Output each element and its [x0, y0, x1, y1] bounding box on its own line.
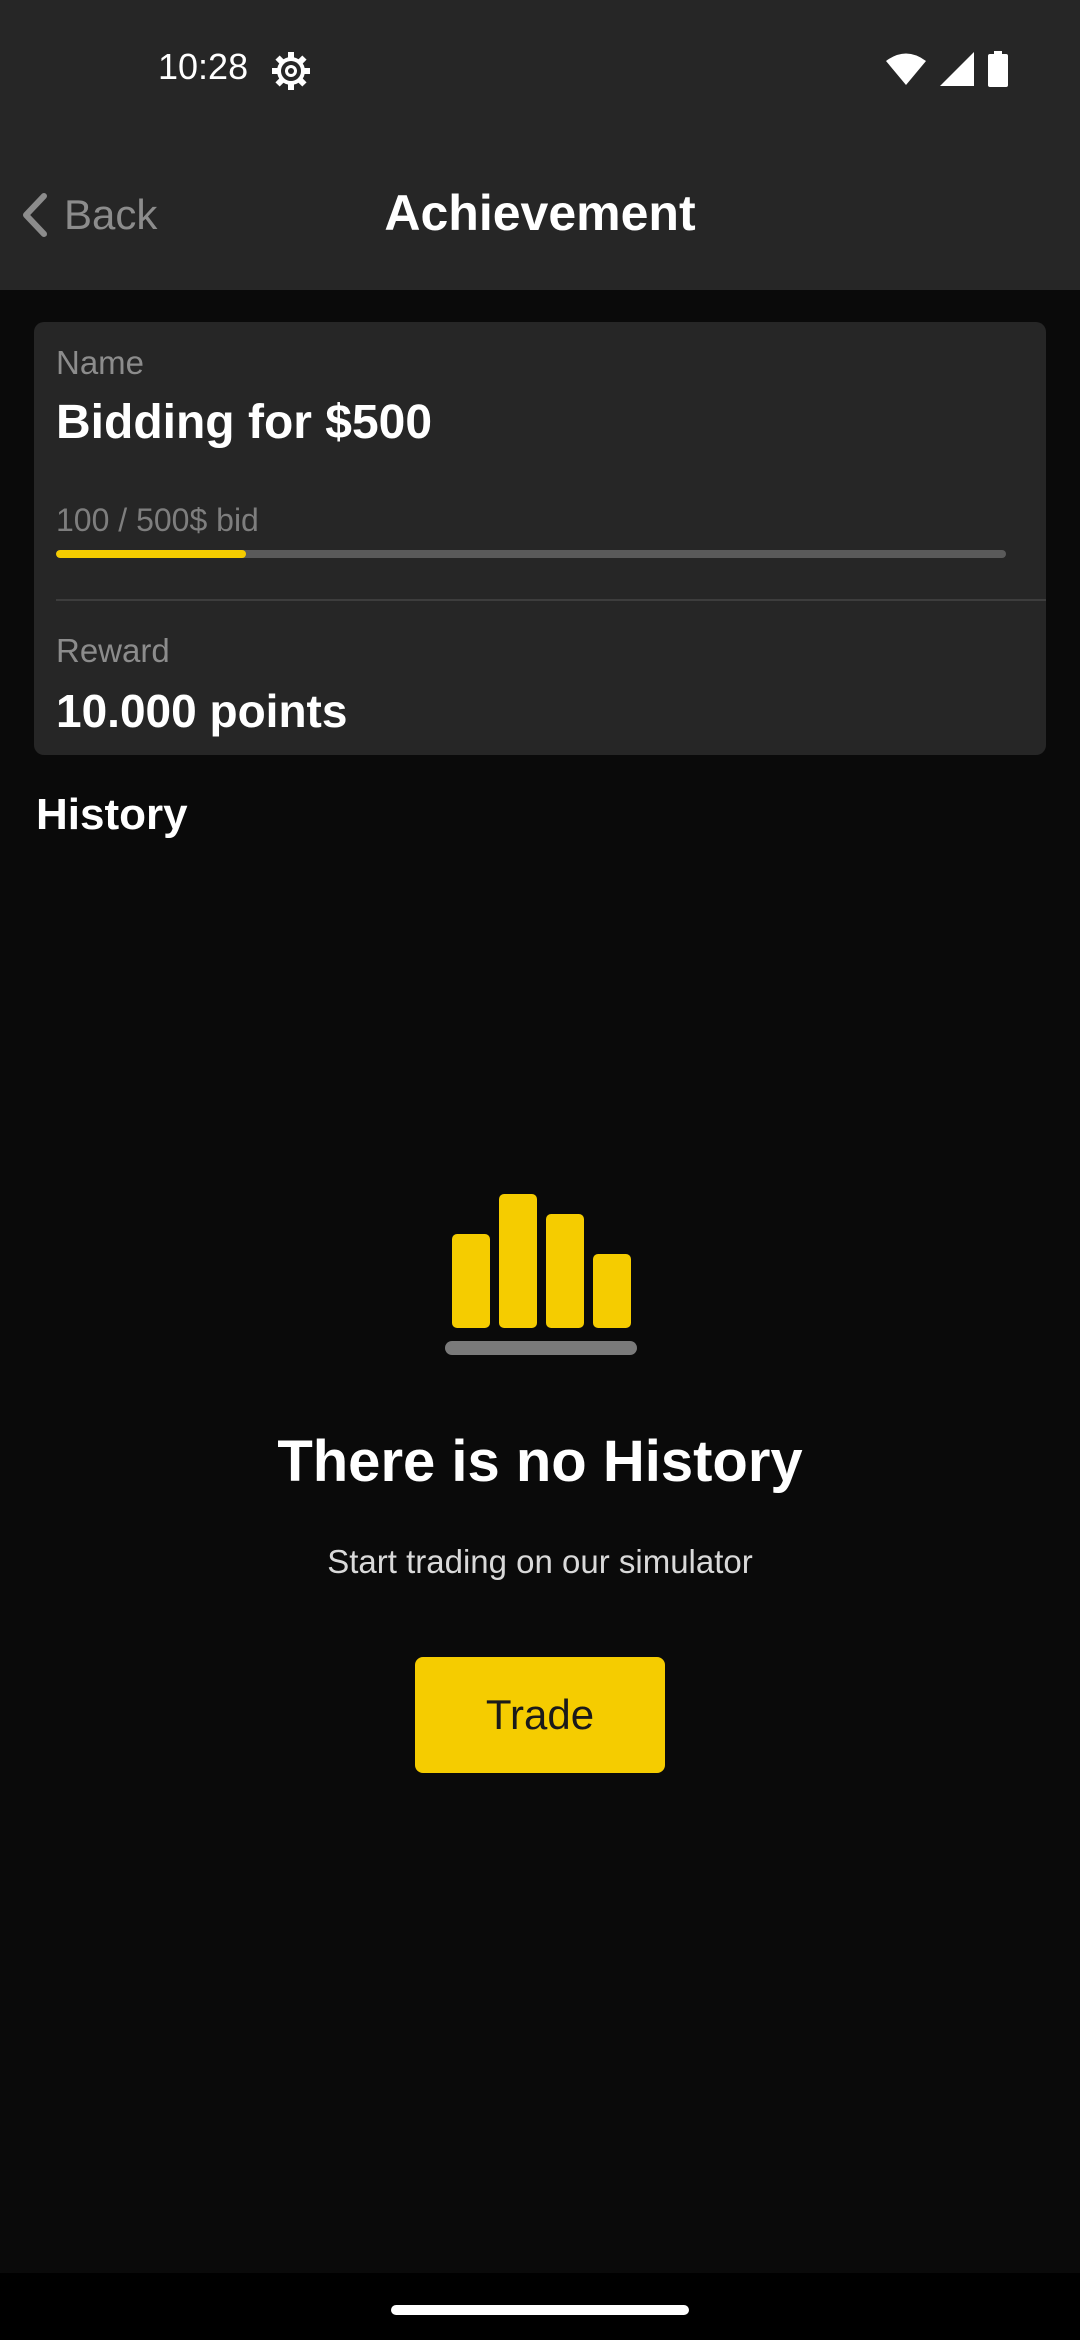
progress-bar	[56, 550, 1006, 558]
reward-label: Reward	[56, 632, 170, 669]
history-heading: History	[36, 790, 188, 839]
trade-button[interactable]: Trade	[415, 1657, 665, 1773]
bar-chart-icon	[444, 1192, 638, 1358]
status-time: 10:28	[158, 46, 249, 87]
wifi-icon	[886, 52, 926, 91]
name-label: Name	[56, 344, 145, 381]
achievement-card: Name Bidding for $500 100 / 500$ bid Rew…	[34, 322, 1046, 755]
achievement-name: Bidding for $500	[56, 396, 433, 449]
app-bar: Back Achievement	[0, 140, 1080, 290]
progress-text: 100 / 500$ bid	[56, 502, 259, 538]
cell-signal-icon	[940, 51, 974, 91]
page-title: Achievement	[384, 185, 696, 241]
home-indicator[interactable]	[391, 2305, 689, 2315]
progress-fill	[56, 550, 246, 558]
empty-state-subtitle: Start trading on our simulator	[327, 1543, 753, 1580]
status-icons	[886, 50, 1008, 92]
battery-icon	[988, 50, 1008, 92]
settings-gear-icon	[270, 50, 312, 92]
card-divider	[56, 599, 1046, 601]
empty-state-title: There is no History	[277, 1429, 803, 1494]
reward-value: 10.000 points	[56, 685, 348, 737]
status-bar: 10:28	[0, 0, 1080, 140]
gesture-nav-bar	[0, 2273, 1080, 2340]
